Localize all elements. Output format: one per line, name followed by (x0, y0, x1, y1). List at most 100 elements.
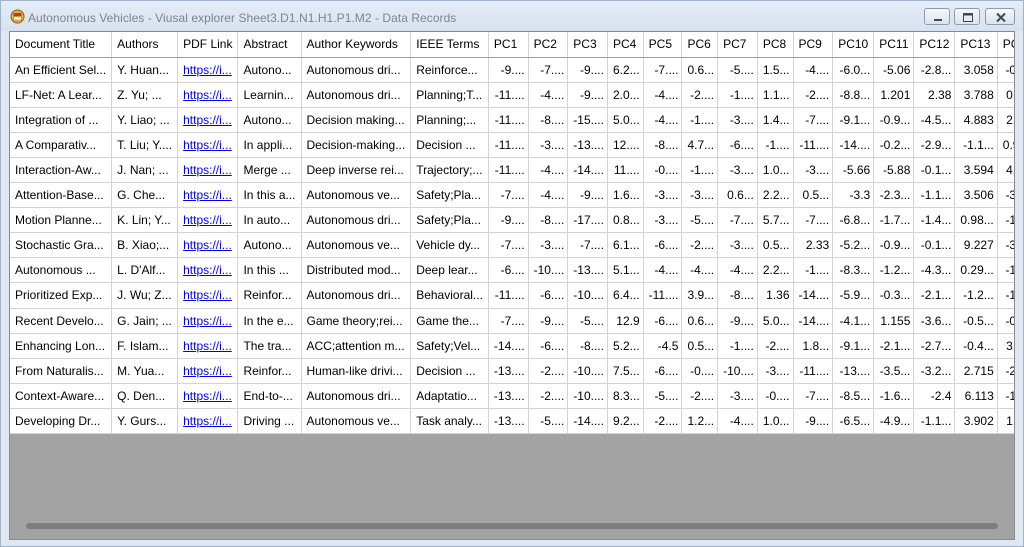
table-cell[interactable]: -1.4... (913, 207, 956, 234)
table-cell[interactable]: Autonomous dri... (301, 282, 412, 309)
table-cell[interactable]: Motion Planne... (10, 207, 113, 234)
table-cell[interactable]: -2.... (528, 358, 569, 384)
table-cell[interactable]: -9.... (793, 408, 834, 434)
table-cell[interactable]: -3.... (757, 358, 794, 384)
table-cell[interactable]: 1.0... (757, 408, 794, 434)
table-cell[interactable]: -9.... (528, 308, 569, 334)
table-cell[interactable]: -7.... (717, 207, 758, 234)
table-cell[interactable]: -8.... (643, 132, 683, 158)
table-cell[interactable]: Planning;T... (410, 82, 489, 108)
table-cell[interactable]: -1.2... (873, 257, 915, 284)
table-cell[interactable]: 2.38 (913, 82, 956, 108)
table-cell[interactable]: -2.9... (913, 132, 956, 158)
table-cell[interactable]: 5.0... (607, 107, 644, 133)
table-cell[interactable]: J. Wu; Z... (111, 282, 179, 309)
table-cell[interactable]: -13.... (832, 358, 875, 384)
table-cell[interactable]: -9.1... (832, 333, 875, 359)
table-cell[interactable]: Autonomous dri... (301, 57, 412, 83)
app-icon[interactable] (10, 9, 25, 24)
table-cell[interactable]: 1.4... (757, 107, 794, 133)
table-cell[interactable]: -9.1... (832, 107, 875, 133)
table-cell[interactable]: 7.5... (607, 358, 644, 384)
table-cell[interactable]: -10.... (567, 383, 608, 409)
table-row[interactable]: A Comparativ... T. Liu; Y.... https://i...… (10, 132, 1014, 158)
table-cell[interactable]: In this a... (237, 182, 302, 209)
table-cell[interactable]: -1.2... (954, 282, 998, 309)
table-cell[interactable]: -2.... (757, 333, 794, 359)
table-cell[interactable]: -3.... (643, 207, 683, 234)
table-cell[interactable]: Y. Liao; ... (111, 107, 179, 133)
table-cell[interactable]: -13.... (488, 383, 529, 409)
table-cell[interactable]: Learnin... (237, 82, 302, 108)
table-cell[interactable]: -8.8... (832, 82, 875, 108)
table-cell[interactable]: -14.... (488, 333, 529, 359)
table-cell[interactable]: 1.2... (681, 408, 719, 434)
table-cell[interactable]: Vehicle dy... (410, 232, 489, 259)
table-cell[interactable]: Merge ... (237, 157, 302, 184)
table-cell[interactable]: -1.6... (873, 383, 915, 409)
table-cell[interactable]: -7.... (793, 207, 834, 234)
table-cell[interactable]: 3.058 (954, 57, 998, 83)
table-cell[interactable]: -5.2... (832, 232, 875, 259)
table-cell[interactable]: Deep inverse rei... (301, 157, 412, 184)
table-cell[interactable]: -5.... (717, 57, 758, 83)
table-cell[interactable]: T. Liu; Y.... (111, 132, 179, 158)
table-cell[interactable]: -2.1... (997, 358, 1014, 384)
table-cell[interactable]: -1.7... (997, 282, 1014, 309)
table-cell[interactable]: 2.0... (607, 82, 644, 108)
table-cell[interactable]: -14.... (832, 132, 875, 158)
table-cell[interactable]: -0.9... (873, 232, 915, 259)
table-cell[interactable]: Decision ... (410, 132, 489, 158)
table-cell[interactable]: -0.5... (954, 308, 998, 334)
column-header[interactable]: Document Title (10, 32, 113, 58)
table-cell[interactable]: 12.9 (607, 308, 644, 334)
table-cell[interactable]: -1.... (717, 333, 758, 359)
table-cell[interactable]: -5.66 (832, 157, 875, 184)
column-header[interactable]: PC5 (643, 32, 683, 58)
table-cell[interactable]: -4.5 (643, 333, 683, 359)
table-cell[interactable]: 1.0... (757, 157, 794, 184)
table-cell[interactable]: -14.... (793, 282, 834, 309)
table-cell[interactable]: Task analy... (410, 408, 489, 434)
table-cell[interactable]: Adaptatio... (410, 383, 489, 409)
table-cell[interactable]: -3.2... (997, 182, 1014, 209)
table-cell[interactable]: -0.1... (913, 232, 956, 259)
table-cell[interactable]: -3.... (681, 182, 719, 209)
table-cell[interactable]: 2.375 (997, 107, 1014, 133)
table-cell[interactable]: -4.3... (913, 257, 956, 284)
table-cell[interactable]: Recent Develo... (10, 308, 113, 334)
table-cell[interactable]: Autonomous ve... (301, 408, 412, 434)
table-row[interactable]: Developing Dr... Y. Gurs... https://i... Dr… (10, 408, 1014, 434)
pdf-link[interactable]: https://i... (177, 132, 239, 158)
table-cell[interactable]: -4.... (528, 82, 569, 108)
table-cell[interactable]: In the e... (237, 308, 302, 334)
pdf-link[interactable]: https://i... (177, 232, 239, 259)
column-header[interactable]: PC1 (488, 32, 529, 58)
column-header[interactable]: PC14 (997, 32, 1014, 58)
table-cell[interactable]: Y. Huan... (111, 57, 179, 83)
pdf-link[interactable]: https://i... (177, 157, 239, 184)
table-cell[interactable]: -1.4... (997, 383, 1014, 409)
table-cell[interactable]: -6.... (717, 132, 758, 158)
table-cell[interactable]: -3.... (717, 232, 758, 259)
table-cell[interactable]: -11.... (488, 107, 529, 133)
table-cell[interactable]: -14.... (793, 308, 834, 334)
table-cell[interactable]: -2.... (528, 383, 569, 409)
column-header[interactable]: PC13 (954, 32, 998, 58)
table-cell[interactable]: -4.... (717, 257, 758, 284)
table-cell[interactable]: 0.98... (954, 207, 998, 234)
table-cell[interactable]: -0.3... (873, 282, 915, 309)
table-cell[interactable]: Game the... (410, 308, 489, 334)
table-row[interactable]: Autonomous ... L. D'Alf... https://i... In … (10, 257, 1014, 284)
table-cell[interactable]: 3.788 (954, 82, 998, 108)
table-cell[interactable]: -2.... (643, 408, 683, 434)
table-cell[interactable]: -2.... (681, 82, 719, 108)
column-header[interactable]: PC11 (873, 32, 915, 58)
table-cell[interactable]: Interaction-Aw... (10, 157, 113, 184)
table-cell[interactable]: In appli... (237, 132, 302, 158)
table-cell[interactable]: 6.4... (607, 282, 644, 309)
column-header[interactable]: PC2 (528, 32, 569, 58)
table-cell[interactable]: Autonomous ve... (301, 232, 412, 259)
pdf-link[interactable]: https://i... (177, 333, 239, 359)
table-cell[interactable]: Planning;... (410, 107, 489, 133)
